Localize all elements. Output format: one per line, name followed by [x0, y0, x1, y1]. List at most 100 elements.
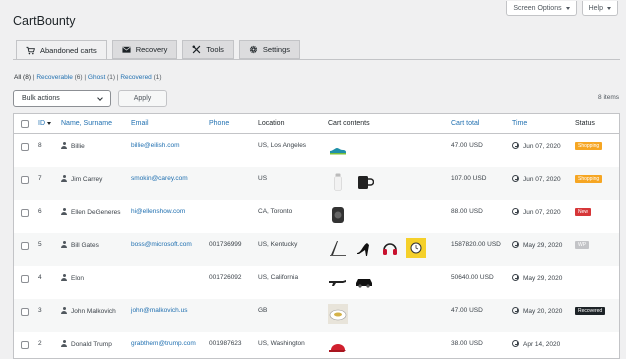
speaker-icon[interactable] [328, 205, 348, 225]
status-badge: Shopping [575, 175, 603, 183]
nav-tabs: Abandoned carts Recovery Tools Settings [16, 40, 301, 60]
table-row: 3 John Malkovich john@malkovich.us GB 47.00 … [14, 299, 619, 332]
filter-ghost[interactable]: Ghost (1) [88, 74, 115, 81]
row-phone: 001726092 [209, 274, 242, 281]
column-cart-contents: Cart contents [328, 120, 370, 127]
row-cart-contents [328, 271, 374, 291]
column-name[interactable]: Name, Surname [61, 120, 112, 127]
row-name: Jim Carrey [61, 175, 102, 183]
heels-icon[interactable] [354, 238, 374, 258]
bottle-icon[interactable] [328, 172, 348, 192]
row-time: Jun 07, 2020 [512, 208, 561, 216]
row-email[interactable]: boss@microsoft.com [131, 241, 192, 248]
person-icon [61, 208, 67, 215]
sort-desc-icon [47, 121, 51, 125]
items-count: 8 items [598, 94, 619, 101]
tab-settings[interactable]: Settings [238, 40, 301, 59]
row-id: 6 [38, 208, 42, 215]
row-email[interactable]: smokin@carey.com [131, 175, 188, 182]
row-location: US, Washington [258, 340, 305, 347]
rifle-icon[interactable] [328, 271, 348, 291]
tab-label: Tools [206, 45, 224, 54]
chevron-down-icon [97, 94, 103, 101]
select-all-checkbox[interactable] [21, 120, 29, 128]
person-icon [61, 274, 67, 281]
row-time: Apr 14, 2020 [512, 340, 560, 348]
row-location: US [258, 175, 268, 182]
envelope-icon [122, 46, 131, 53]
row-phone: 001987623 [209, 340, 242, 347]
screen-options-label: Screen Options [513, 4, 562, 12]
row-location: US, Los Angeles [258, 142, 307, 149]
row-id: 4 [38, 274, 42, 281]
filter-recovered[interactable]: Recovered (1) [120, 74, 161, 81]
column-time[interactable]: Time [512, 120, 527, 127]
filter-separator: | [32, 74, 35, 81]
column-status: Status [575, 120, 595, 127]
row-name: Elon [61, 274, 84, 282]
row-name: John Malkovich [61, 307, 116, 315]
gear-icon [249, 45, 258, 54]
screen-options-button[interactable]: Screen Options [506, 1, 577, 16]
page-title: CartBounty [13, 14, 76, 28]
filter-separator: | [84, 74, 87, 81]
table-header: ID Name, Surname Email Phone Location Ca… [14, 114, 619, 134]
person-icon [61, 340, 67, 347]
row-checkbox[interactable] [21, 308, 29, 316]
row-checkbox[interactable] [21, 341, 29, 349]
sneaker-icon[interactable] [328, 139, 348, 159]
cap-icon[interactable] [328, 337, 348, 357]
row-cart-contents [328, 139, 348, 159]
cart-icon [26, 46, 35, 54]
filter-all[interactable]: All (8) [14, 74, 31, 81]
row-email[interactable]: grabthem@trump.com [131, 340, 196, 347]
bulk-actions-select[interactable]: Bulk actions [13, 90, 111, 107]
mug-icon[interactable] [354, 172, 375, 192]
row-cart-contents [328, 337, 348, 357]
table-row: 8 Billie billie@eilish.com US, Los Angeles 4… [14, 134, 619, 167]
row-email[interactable]: john@malkovich.us [131, 307, 187, 314]
tools-icon [192, 45, 201, 54]
watch-icon[interactable] [406, 238, 426, 258]
headphones-icon[interactable] [380, 238, 400, 258]
row-phone: 001736999 [209, 241, 242, 248]
caret-down-icon [565, 6, 570, 10]
apply-button[interactable]: Apply [118, 90, 167, 107]
row-time: May 29, 2020 [512, 274, 562, 282]
column-id[interactable]: ID [38, 120, 51, 127]
row-checkbox[interactable] [21, 209, 29, 217]
row-email[interactable]: billie@eilish.com [131, 142, 180, 149]
car-icon[interactable] [354, 271, 374, 291]
filter-recoverable[interactable]: Recoverable (6) [36, 74, 82, 81]
status-badge: Shopping [575, 142, 603, 150]
clock-icon [512, 175, 519, 182]
row-time: May 20, 2020 [512, 307, 562, 315]
column-email[interactable]: Email [131, 120, 149, 127]
tab-label: Recovery [135, 45, 168, 54]
row-cart-total: 50640.00 USD [451, 274, 494, 281]
row-email[interactable]: hi@ellenshow.com [131, 208, 185, 215]
row-checkbox[interactable] [21, 143, 29, 151]
help-button[interactable]: Help [581, 1, 618, 16]
column-cart-total[interactable]: Cart total [451, 120, 479, 127]
row-cart-total: 47.00 USD [451, 142, 483, 149]
laptop-icon[interactable] [328, 238, 348, 258]
clock-icon [512, 340, 519, 347]
column-phone[interactable]: Phone [209, 120, 229, 127]
row-cart-total: 47.00 USD [451, 307, 483, 314]
tab-label: Settings [262, 45, 291, 54]
clock-icon [512, 142, 519, 149]
tab-tools[interactable]: Tools [182, 40, 234, 59]
tab-label: Abandoned carts [40, 45, 97, 55]
screen-meta-links: Screen Options Help [506, 1, 618, 16]
row-location: US, Kentucky [258, 241, 298, 248]
row-name: Ellen DeGeneres [61, 208, 121, 216]
tab-abandoned-carts[interactable]: Abandoned carts [16, 40, 107, 60]
row-checkbox[interactable] [21, 176, 29, 184]
plate-icon[interactable] [328, 304, 348, 324]
table-row: 4 Elon 001726092 US, California 50640.00 USD… [14, 266, 619, 299]
row-checkbox[interactable] [21, 242, 29, 250]
row-checkbox[interactable] [21, 275, 29, 283]
person-icon [61, 175, 67, 182]
tab-recovery[interactable]: Recovery [111, 40, 178, 59]
